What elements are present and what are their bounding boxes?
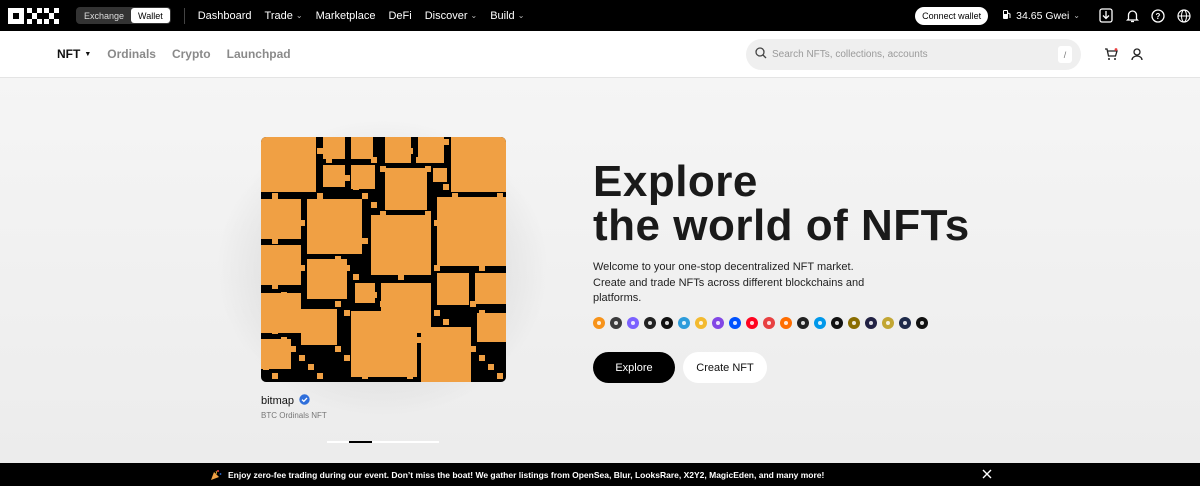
party-popper-icon (210, 469, 222, 481)
gas-price-selector[interactable]: 34.65 Gwei ⌄ (1002, 9, 1080, 23)
base-icon[interactable] (729, 317, 741, 329)
tab-nft[interactable]: NFT ▼ (57, 47, 91, 61)
globe-icon[interactable] (1176, 8, 1192, 24)
promo-banner-text: Enjoy zero-fee trading during our event.… (228, 469, 825, 480)
tab-launchpad[interactable]: Launchpad (227, 47, 291, 61)
main-nav: Dashboard Trade ⌄ Marketplace DeFi Discov… (198, 10, 525, 22)
tab-nft-label: NFT (57, 47, 81, 61)
arbitrum-icon[interactable] (678, 317, 690, 329)
nav-defi[interactable]: DeFi (388, 10, 411, 22)
carousel-indicators (327, 441, 439, 443)
linea-icon[interactable] (831, 317, 843, 329)
create-nft-button[interactable]: Create NFT (683, 352, 767, 383)
carousel-dot[interactable] (327, 441, 349, 443)
nav-marketplace-label: Marketplace (315, 9, 376, 22)
promo-banner: Enjoy zero-fee trading during our event.… (0, 463, 1200, 486)
bell-icon[interactable] (1124, 8, 1140, 24)
user-icon[interactable] (1129, 46, 1145, 62)
hero-title-line-1: Explore (593, 157, 758, 206)
x-layer-icon[interactable] (661, 317, 673, 329)
nav-dashboard-label: Dashboard (197, 9, 252, 22)
ethereum-icon[interactable] (610, 317, 622, 329)
dots-icon[interactable] (797, 317, 809, 329)
ton-icon[interactable] (814, 317, 826, 329)
hero-title-line-2: the world of NFTs (593, 201, 970, 250)
search-input[interactable] (772, 49, 1042, 60)
chevron-down-icon: ⌄ (517, 11, 525, 20)
bnb-chain-icon[interactable] (695, 317, 707, 329)
okt-chain-icon[interactable] (644, 317, 656, 329)
nft-sub-navigation: NFT ▼ Ordinals Crypto Launchpad / (0, 31, 1200, 78)
close-icon[interactable] (981, 468, 993, 480)
carousel-dot[interactable] (349, 441, 372, 443)
connect-wallet-button[interactable]: Connect wallet (915, 6, 989, 25)
chevron-down-icon: ⌄ (1073, 11, 1080, 20)
blast-icon[interactable] (848, 317, 860, 329)
hero-description: Welcome to your one-stop decentralized N… (593, 261, 865, 304)
nav-divider (183, 7, 185, 24)
tab-crypto[interactable]: Crypto (172, 47, 211, 61)
nav-marketplace[interactable]: Marketplace (316, 10, 376, 22)
carousel-dot[interactable] (395, 441, 416, 443)
optimism-icon[interactable] (746, 317, 758, 329)
explore-button[interactable]: Explore (593, 352, 675, 383)
gas-pump-icon (1002, 9, 1012, 23)
nav-dashboard[interactable]: Dashboard (198, 10, 252, 22)
chevron-down-icon: ⌄ (470, 11, 478, 20)
bitcoin-icon[interactable] (593, 317, 605, 329)
nav-build-label: Build (490, 9, 515, 22)
nav-trade[interactable]: Trade ⌄ (265, 10, 303, 22)
search-icon (755, 46, 767, 64)
search-bar: / (746, 39, 1081, 70)
search-shortcut-key: / (1058, 46, 1072, 63)
mantle-icon[interactable] (865, 317, 877, 329)
hero-title: Explore the world of NFTs (593, 160, 970, 248)
okx-logo[interactable] (8, 7, 60, 24)
zksync-icon[interactable] (916, 317, 928, 329)
nav-defi-label: DeFi (388, 9, 412, 22)
nav-build[interactable]: Build ⌄ (490, 10, 524, 22)
collection-name[interactable]: bitmap (261, 394, 310, 408)
eth-classic-icon[interactable] (899, 317, 911, 329)
help-icon[interactable]: ? (1150, 8, 1166, 24)
cart-icon[interactable] (1103, 46, 1119, 62)
avalanche-icon[interactable] (763, 317, 775, 329)
doge-icon[interactable] (882, 317, 894, 329)
tab-wallet[interactable]: Wallet (131, 8, 170, 23)
ordi-icon[interactable] (780, 317, 792, 329)
nav-trade-label: Trade (264, 9, 293, 22)
tab-ordinals[interactable]: Ordinals (107, 47, 156, 61)
carousel-dot[interactable] (416, 441, 439, 443)
polygon-icon[interactable] (712, 317, 724, 329)
solana-icon[interactable] (627, 317, 639, 329)
supported-chains-list (593, 317, 928, 329)
top-navigation-bar: Exchange Wallet Dashboard Trade ⌄ Marketp… (0, 0, 1200, 31)
svg-text:?: ? (1156, 12, 1161, 21)
gas-price-value: 34.65 Gwei (1016, 9, 1070, 22)
bitmap-artwork-image (261, 137, 506, 382)
collection-subtitle: BTC Ordinals NFT (261, 411, 327, 420)
verified-badge-icon (299, 394, 310, 408)
exchange-wallet-toggle: Exchange Wallet (76, 7, 171, 24)
caret-down-icon: ▼ (84, 50, 92, 58)
download-icon[interactable] (1098, 8, 1114, 24)
chevron-down-icon: ⌄ (295, 11, 303, 20)
nav-discover-label: Discover (424, 9, 468, 22)
tab-exchange[interactable]: Exchange (77, 8, 131, 23)
nft-tabs: NFT ▼ Ordinals Crypto Launchpad (57, 47, 291, 61)
hero-section: bitmap BTC Ordinals NFT Explore the worl… (0, 78, 1200, 463)
nav-discover[interactable]: Discover ⌄ (425, 10, 478, 22)
collection-name-text: bitmap (261, 395, 295, 407)
top-right-actions: Connect wallet 34.65 Gwei ⌄ ? (915, 0, 1200, 31)
featured-nft-artwork[interactable] (261, 137, 506, 382)
carousel-dot[interactable] (372, 441, 395, 443)
